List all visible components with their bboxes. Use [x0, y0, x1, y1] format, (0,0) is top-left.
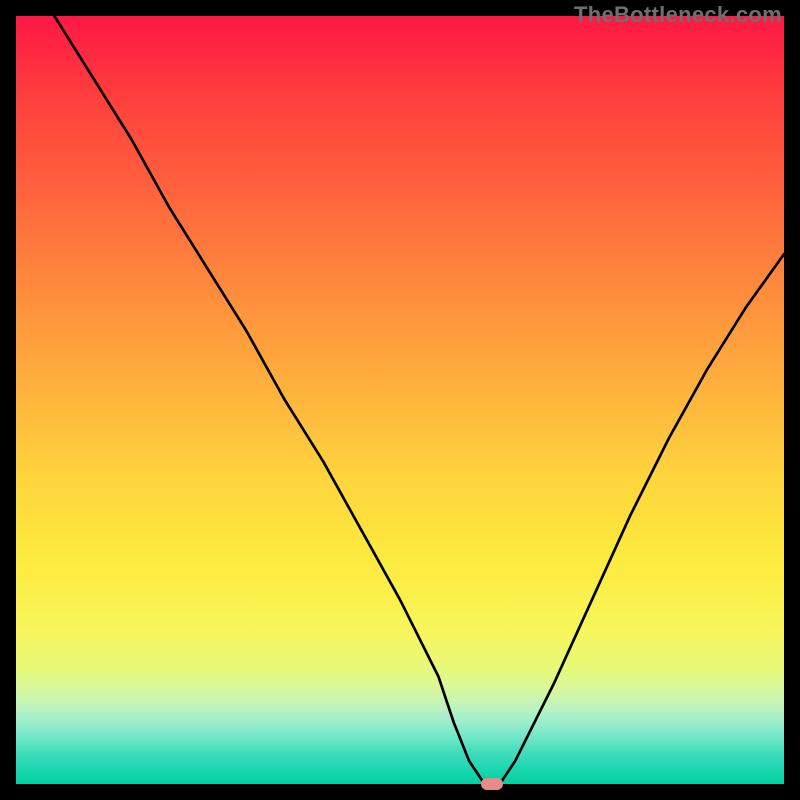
- curve-svg: [16, 16, 784, 784]
- bottleneck-chart: TheBottleneck.com: [0, 0, 800, 800]
- watermark-label: TheBottleneck.com: [574, 2, 782, 28]
- floor-marker: [481, 778, 503, 790]
- plot-area: [16, 16, 784, 784]
- bottleneck-curve-path: [54, 16, 784, 784]
